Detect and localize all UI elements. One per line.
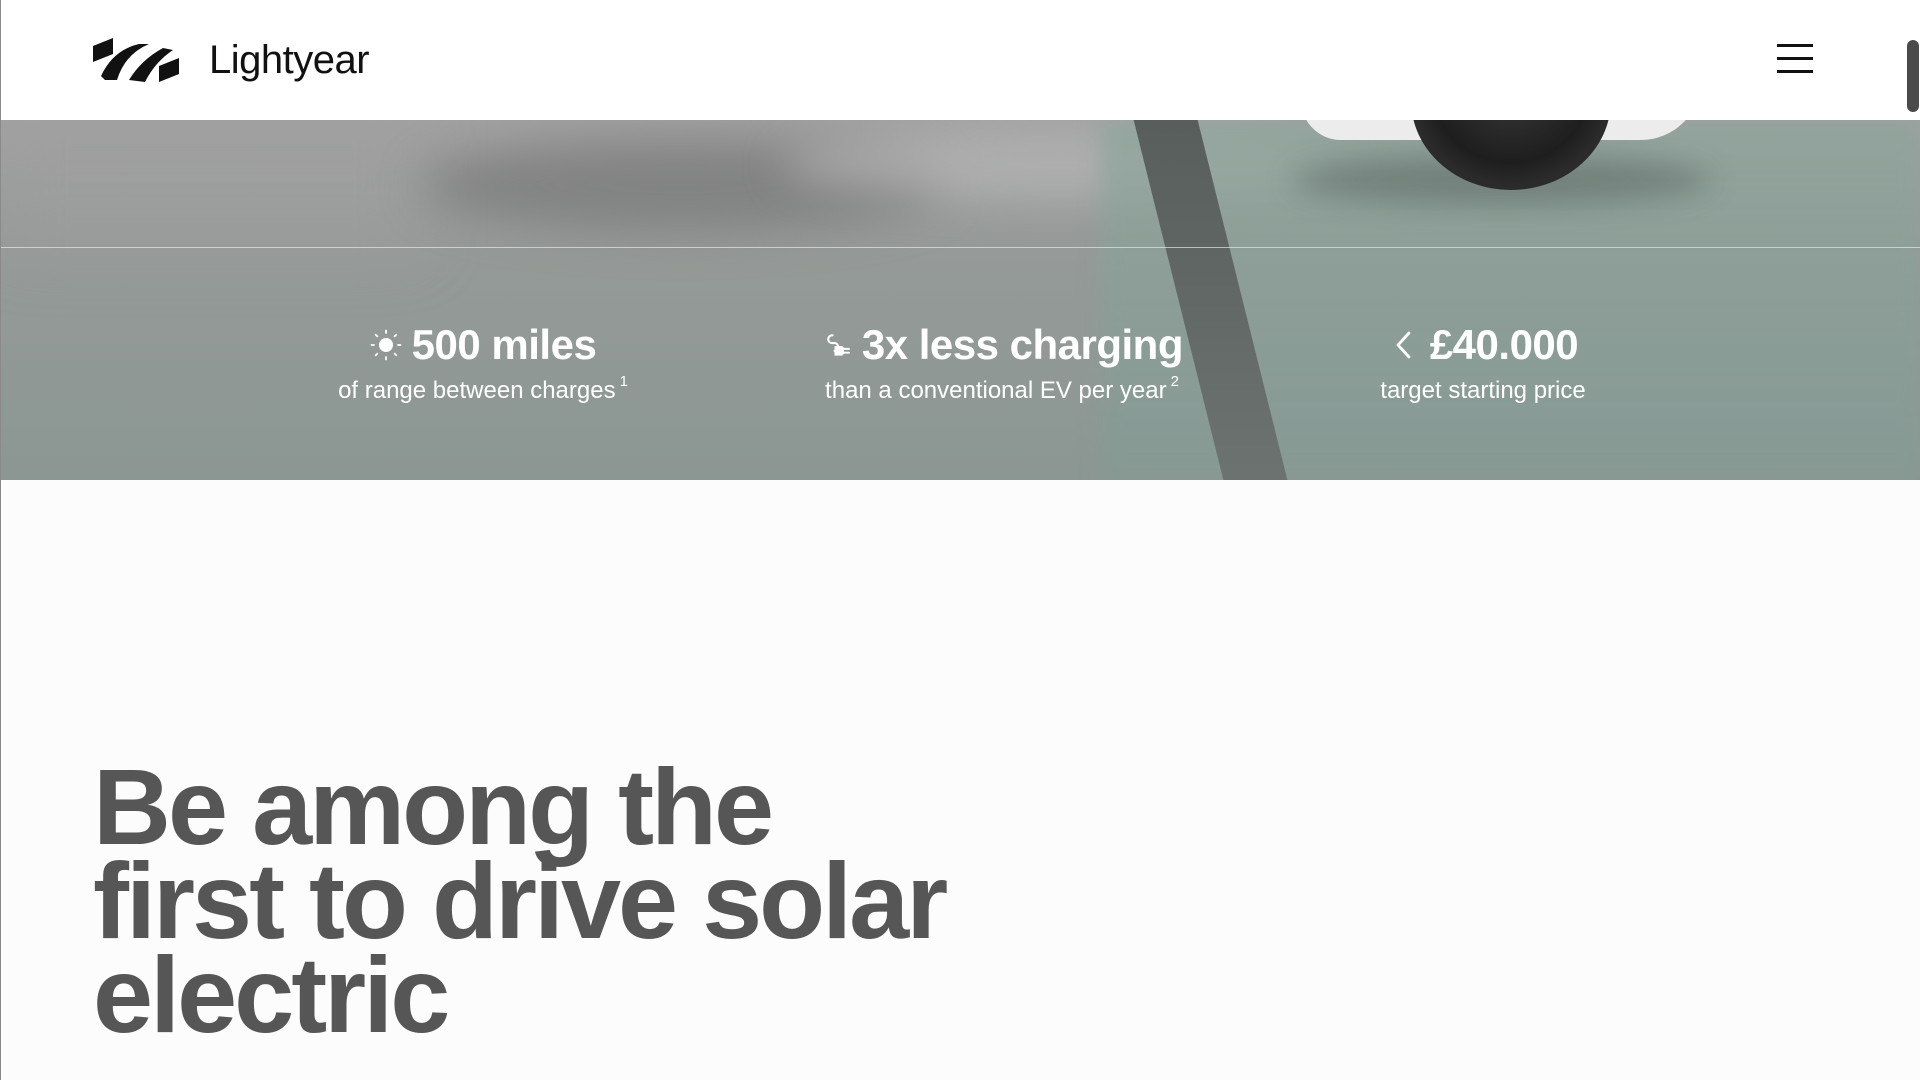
stat-headline: £40.000 (1429, 321, 1579, 368)
key-stats: 500 miles of range between charges 1 3x l… (1, 120, 1920, 480)
lightyear-logo-icon (93, 38, 179, 82)
reservation-heading: Be among the first to drive solar electr… (93, 753, 993, 1055)
stat-caption: of range between charges (338, 377, 616, 404)
chevron-left-icon (1396, 331, 1411, 359)
footnote-link-1[interactable]: 1 (620, 373, 628, 390)
hamburger-menu-button[interactable] (1775, 42, 1815, 76)
stat-charging: 3x less charging than a conventional EV … (821, 320, 1183, 406)
stat-headline-row: 500 miles (335, 320, 631, 370)
stat-range: 500 miles of range between charges 1 (335, 320, 631, 406)
plug-icon (827, 334, 850, 356)
brand-name: Lightyear (209, 38, 370, 82)
home-logo-link[interactable]: Lightyear (91, 36, 370, 84)
stat-caption: target starting price (1380, 377, 1586, 404)
site-header: Lightyear (1, 0, 1920, 120)
stat-caption: than a conventional EV per year (825, 377, 1167, 404)
heading-line: electric (93, 934, 450, 1055)
scrollbar-thumb[interactable] (1907, 40, 1919, 112)
stat-caption-row: than a conventional EV per year 2 (821, 373, 1183, 406)
hero-image-band: 500 miles of range between charges 1 3x l… (1, 120, 1920, 480)
stat-caption-row: target starting price (1367, 376, 1599, 406)
sun-icon (370, 329, 402, 361)
page: Lightyear 500 miles of range between cha… (0, 0, 1920, 1080)
stat-headline: 500 miles (411, 321, 597, 368)
footnote-link-2[interactable]: 2 (1171, 373, 1179, 390)
stat-headline-row: £40.000 (1367, 320, 1599, 370)
stat-headline-row: 3x less charging (821, 320, 1184, 370)
stat-headline: 3x less charging (861, 321, 1184, 368)
stat-caption-row: of range between charges 1 (335, 373, 631, 406)
stat-price: £40.000 target starting price (1367, 320, 1599, 406)
